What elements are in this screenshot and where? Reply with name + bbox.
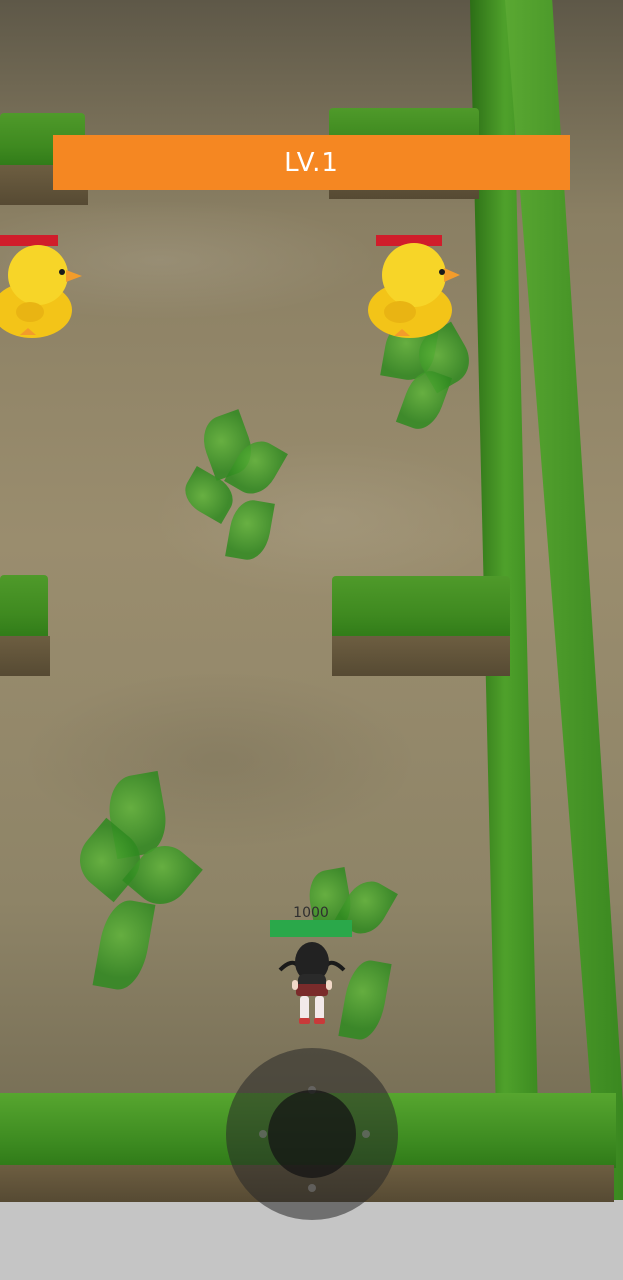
- joystick-dot: [308, 1184, 316, 1192]
- level-banner: LV.1: [53, 135, 570, 190]
- player-health-bar: [270, 920, 352, 937]
- chick-enemy-icon[interactable]: [0, 240, 82, 340]
- player-character-icon[interactable]: [278, 940, 346, 1026]
- joystick-knob[interactable]: [268, 1090, 356, 1178]
- hedge-block: [0, 575, 48, 640]
- joystick-dot: [362, 1130, 370, 1138]
- hedge-block-side: [332, 636, 510, 676]
- hedge-block-side: [0, 636, 50, 676]
- chick-enemy-icon[interactable]: [364, 240, 460, 340]
- hedge-block: [332, 576, 510, 640]
- level-label: LV.1: [284, 147, 339, 178]
- joystick-dot: [259, 1130, 267, 1138]
- player-hp-value: 1000: [293, 905, 329, 921]
